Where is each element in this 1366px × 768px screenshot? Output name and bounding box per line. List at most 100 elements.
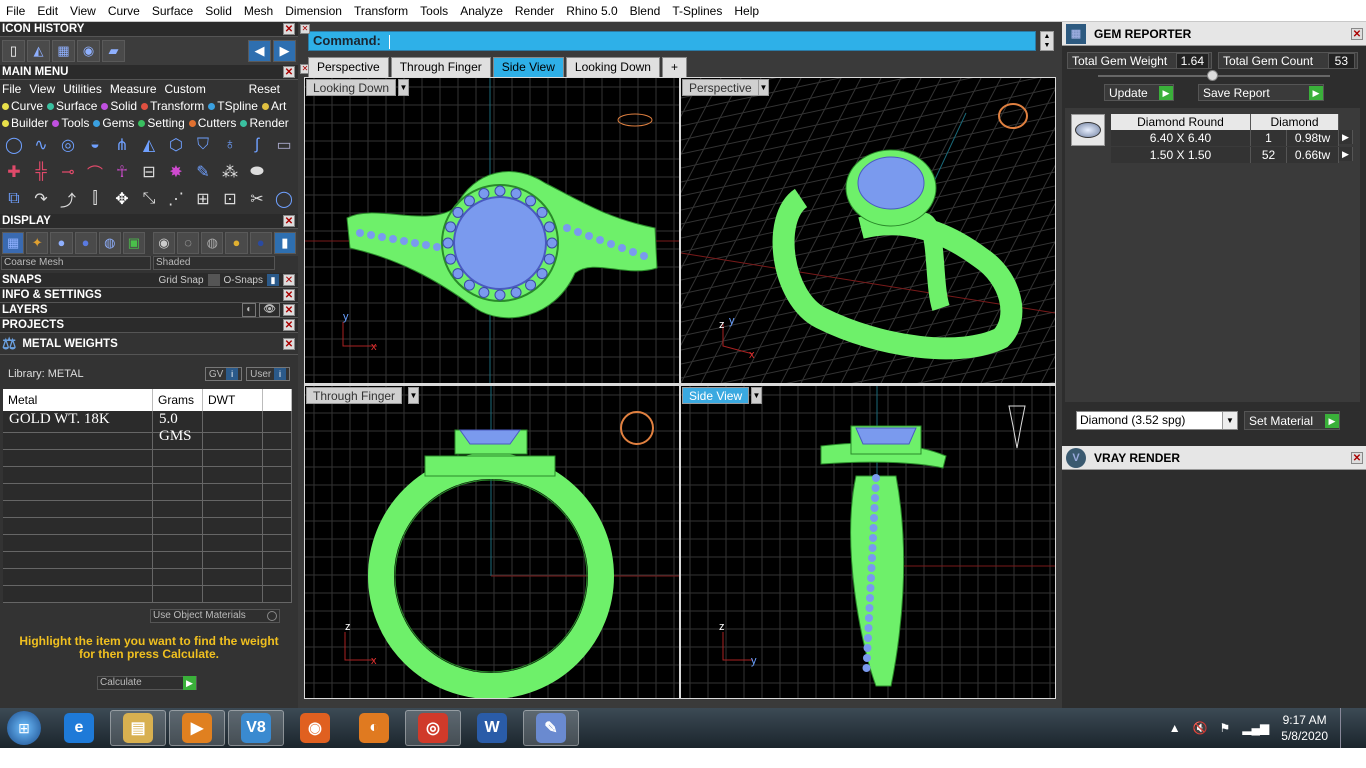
tab-perspective[interactable]: Perspective: [308, 57, 389, 77]
shade-select[interactable]: Shaded: [153, 256, 275, 270]
taskbar-app-paint[interactable]: ✎: [523, 710, 579, 746]
panel-tool-icon[interactable]: ▭: [272, 133, 296, 157]
table-row[interactable]: GOLD WT. 18K 5.0 GMS: [3, 411, 292, 445]
user-button[interactable]: User i: [246, 367, 290, 381]
menu-transform[interactable]: Transform: [348, 0, 414, 22]
info-settings-header[interactable]: INFO & SETTINGS ✕: [0, 288, 298, 303]
surface-tool-icon[interactable]: ◒: [83, 133, 107, 157]
folder-icon[interactable]: ▰: [102, 40, 125, 62]
close-icon[interactable]: ✕: [300, 24, 310, 34]
menu-blend[interactable]: Blend: [624, 0, 667, 22]
chevron-down-icon[interactable]: ▼: [398, 79, 409, 96]
globe-view-icon[interactable]: ◍: [98, 231, 121, 254]
network-icon[interactable]: ⚑: [1220, 721, 1231, 735]
menu-dimension[interactable]: Dimension: [279, 0, 348, 22]
split-tool-icon[interactable]: ⫿: [83, 187, 107, 211]
main-menu-utilities[interactable]: Utilities: [63, 82, 102, 96]
taskbar-app-ie[interactable]: e: [51, 710, 107, 746]
menu-edit[interactable]: Edit: [31, 0, 64, 22]
person-tool-icon[interactable]: ☥: [110, 160, 134, 184]
gem-tool-icon[interactable]: ◭: [27, 40, 50, 62]
taskbar-app-firefox[interactable]: ◉: [287, 710, 343, 746]
close-icon[interactable]: ✕: [283, 289, 295, 301]
rotate-tool-icon[interactable]: ◯: [272, 187, 296, 211]
curve-edit-tool-icon[interactable]: ⤴: [56, 187, 80, 211]
mesh-select[interactable]: Coarse Mesh: [1, 256, 151, 270]
menu-help[interactable]: Help: [728, 0, 765, 22]
ghosted-view-icon[interactable]: ✦: [26, 231, 49, 254]
taskbar-app-chrome[interactable]: ◎: [405, 710, 461, 746]
plus-grid-tool-icon[interactable]: ╬: [29, 160, 53, 184]
gem-row[interactable]: 1.50 X 1.50 52 0.66tw ▶: [1111, 147, 1354, 163]
bezel-tool-icon[interactable]: ⬡: [164, 133, 188, 157]
menu-analyze[interactable]: Analyze: [454, 0, 509, 22]
move-tool-icon[interactable]: ✥: [110, 187, 134, 211]
material-select[interactable]: Diamond (3.52 spg) ▼: [1076, 411, 1238, 430]
viewport-label[interactable]: Looking Down: [306, 79, 397, 96]
forward-arrow-icon[interactable]: ▶: [273, 40, 296, 62]
fill-tool-icon[interactable]: ⬬: [245, 160, 269, 184]
gem-row-arrow-icon[interactable]: ▶: [1339, 147, 1353, 161]
taskbar-app-explorer[interactable]: ▤: [110, 710, 166, 746]
line-tool-icon[interactable]: ⊸: [56, 160, 80, 184]
gem-row-arrow-icon[interactable]: ▶: [1339, 130, 1353, 144]
category-transform[interactable]: Transform: [141, 99, 204, 113]
shaded-view-icon[interactable]: ●: [50, 231, 73, 254]
arc-draw-tool-icon[interactable]: ↷: [29, 187, 53, 211]
group-tool-icon[interactable]: ⊞: [191, 187, 215, 211]
menu-mesh[interactable]: Mesh: [238, 0, 279, 22]
link-tool-icon[interactable]: ⊟: [137, 160, 161, 184]
add-tab-button[interactable]: +: [661, 57, 687, 77]
category-tools[interactable]: Tools: [52, 116, 89, 130]
display-tool-icon[interactable]: ▦: [52, 40, 75, 62]
gem-slider[interactable]: [1098, 70, 1330, 81]
close-icon[interactable]: ✕: [283, 337, 295, 350]
plus-tool-icon[interactable]: ✚: [2, 160, 26, 184]
menu-tools[interactable]: Tools: [414, 0, 454, 22]
taskbar-app-blender[interactable]: ◐: [346, 710, 402, 746]
tray-expand-icon[interactable]: ▲: [1169, 721, 1181, 735]
trim-tool-icon[interactable]: ✂: [245, 187, 269, 211]
blue-sphere-icon[interactable]: ●: [249, 231, 272, 254]
snap-settings-icon[interactable]: ▮: [267, 274, 279, 286]
layers-header[interactable]: LAYERS ◐ 👁 ✕: [0, 303, 298, 318]
command-scroll[interactable]: ▲ ▼: [1040, 31, 1054, 51]
close-icon[interactable]: ✕: [1351, 27, 1363, 40]
close-icon[interactable]: ✕: [283, 319, 295, 331]
array-tool-icon[interactable]: ⋰: [164, 187, 188, 211]
menu-file[interactable]: File: [0, 0, 31, 22]
command-line[interactable]: Command:: [308, 31, 1036, 51]
main-menu-file[interactable]: File: [2, 82, 21, 96]
category-curve[interactable]: Curve: [2, 99, 43, 113]
close-icon[interactable]: ✕: [283, 66, 295, 78]
tab-side-view[interactable]: Side View: [492, 57, 564, 77]
tab-looking-down[interactable]: Looking Down: [565, 57, 660, 77]
taskbar-app-v8[interactable]: V8: [228, 710, 284, 746]
o-snaps-checkbox[interactable]: [207, 274, 220, 286]
gem-row[interactable]: 6.40 X 6.40 1 0.98tw ▶: [1111, 130, 1354, 146]
mirror-tool-icon[interactable]: ⊡: [218, 187, 242, 211]
close-icon[interactable]: ✕: [283, 215, 295, 227]
viewport-looking-down[interactable]: Looking Down ▼ yx: [305, 78, 679, 383]
gold-sphere-icon[interactable]: ●: [225, 231, 248, 254]
circle-tool-icon[interactable]: ◯: [2, 133, 26, 157]
main-menu-custom[interactable]: Custom: [165, 82, 206, 96]
category-builder[interactable]: Builder: [2, 116, 48, 130]
menu-t-splines[interactable]: T-Splines: [666, 0, 728, 22]
pattern-tool-icon[interactable]: ✸: [164, 160, 188, 184]
layer-eye-icon[interactable]: 👁: [259, 303, 280, 317]
pen-tool-icon[interactable]: ✎: [191, 160, 215, 184]
menu-view[interactable]: View: [64, 0, 102, 22]
chevron-down-icon[interactable]: ▼: [408, 387, 419, 404]
use-object-materials-checkbox[interactable]: Use Object Materials: [150, 609, 280, 623]
chevron-down-icon[interactable]: ▼: [751, 387, 762, 404]
curve-tool-icon[interactable]: ∿: [29, 133, 53, 157]
speaker-muted-icon[interactable]: 🔇: [1193, 721, 1208, 735]
category-cutters[interactable]: Cutters: [188, 116, 236, 130]
layer-visibility-icon[interactable]: ◐: [242, 303, 257, 317]
o-snaps-toggle[interactable]: O-Snaps: [224, 275, 263, 286]
viewport-label[interactable]: Perspective: [682, 79, 759, 96]
chevron-down-icon[interactable]: ▼: [758, 79, 769, 96]
menu-solid[interactable]: Solid: [199, 0, 238, 22]
slider-handle[interactable]: [1207, 70, 1218, 81]
